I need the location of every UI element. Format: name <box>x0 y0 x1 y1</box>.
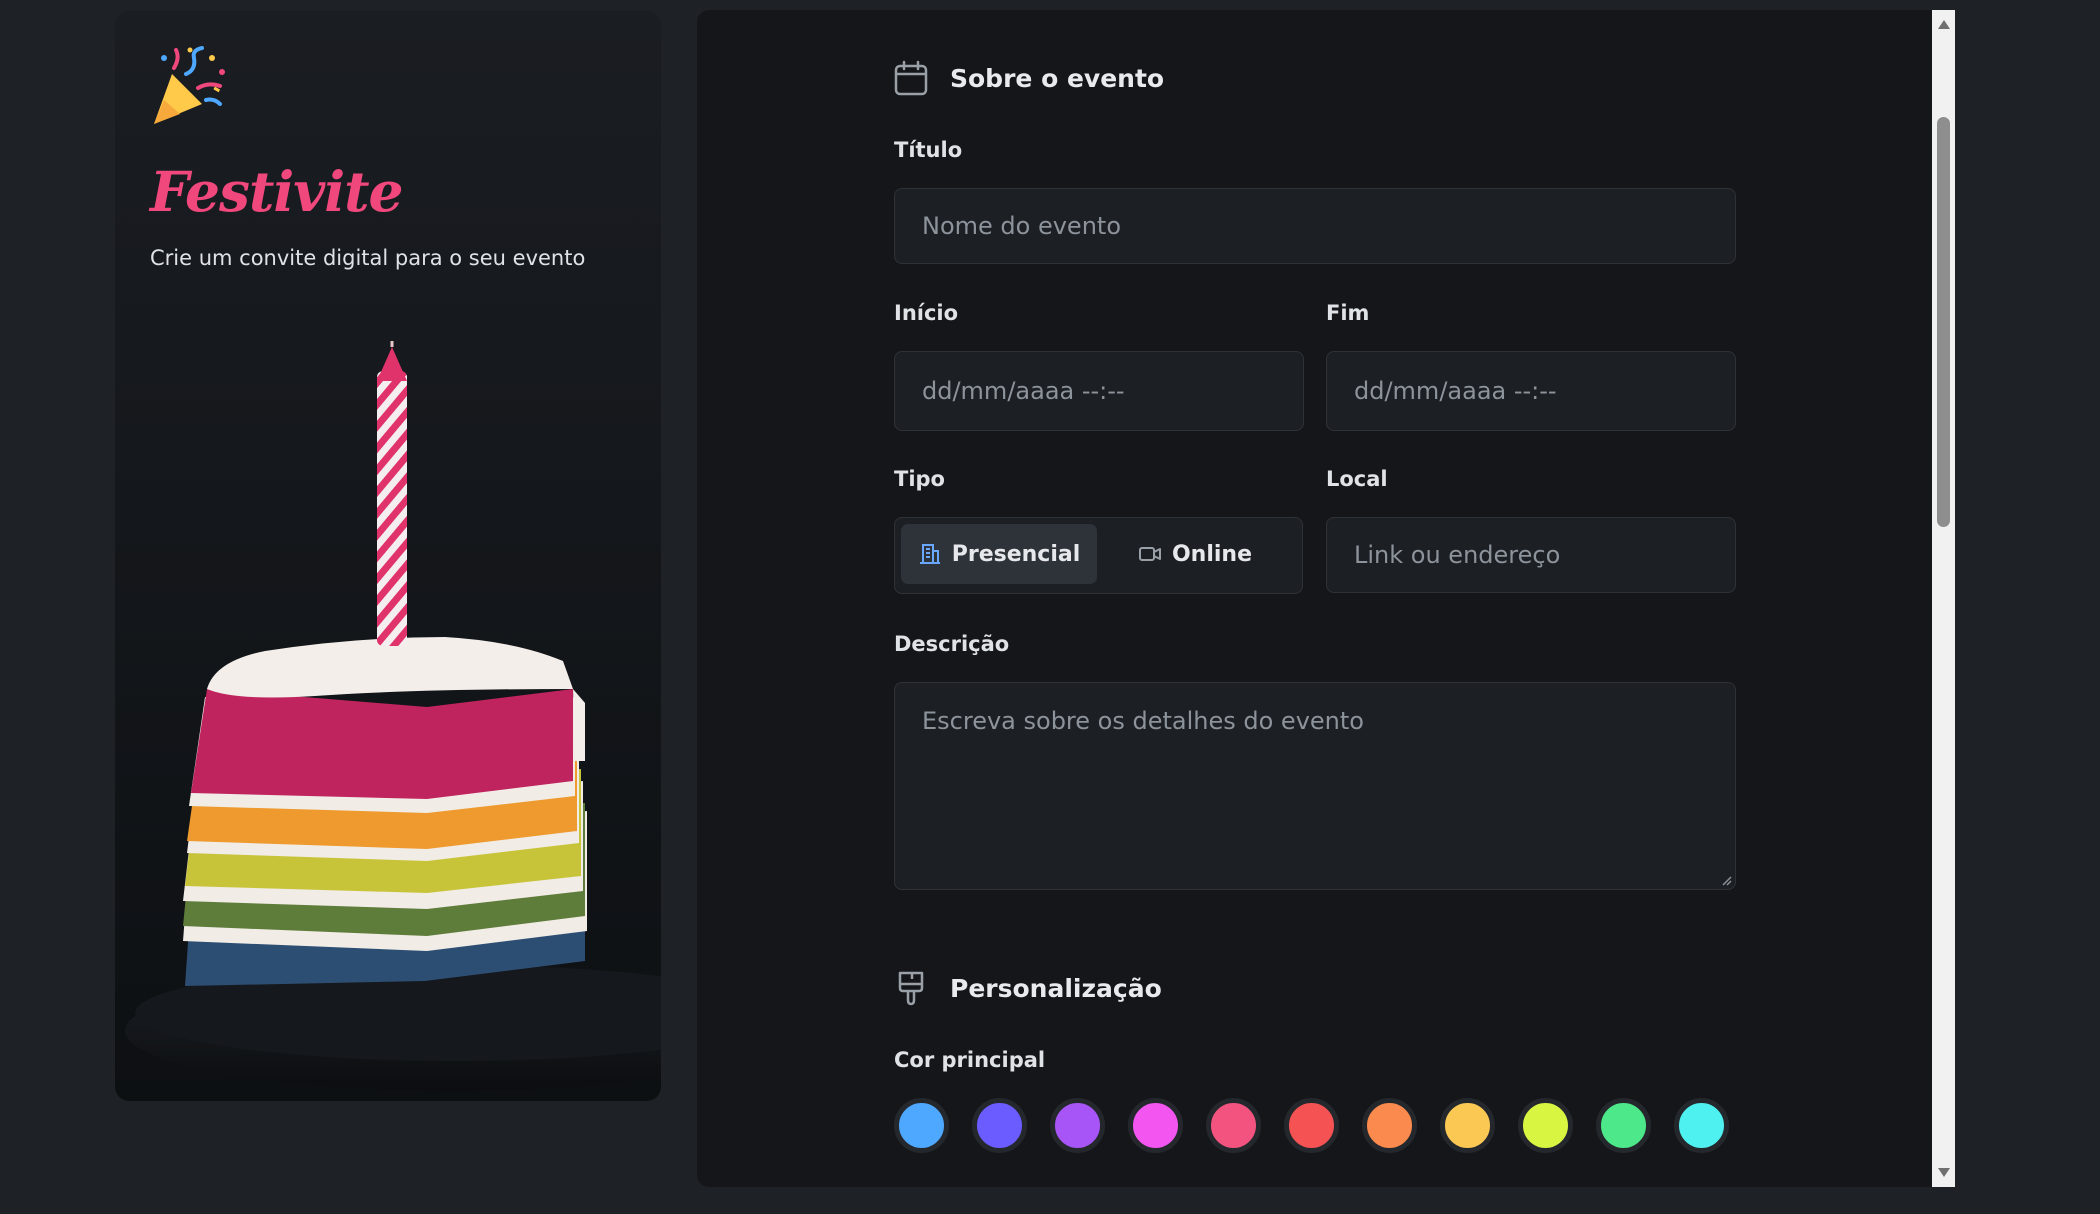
vertical-scrollbar[interactable] <box>1932 10 1955 1187</box>
type-option-online[interactable]: Online <box>1097 524 1293 584</box>
section-about-title: Sobre o evento <box>950 63 1165 93</box>
color-swatch[interactable] <box>1284 1098 1339 1153</box>
description-label: Descrição <box>894 632 1010 656</box>
scroll-up-arrow-icon[interactable] <box>1938 20 1950 29</box>
section-customization-header: Personalização <box>894 970 1162 1006</box>
description-wrapper <box>894 682 1736 890</box>
brand-name: Festivite <box>150 159 404 224</box>
type-label: Tipo <box>894 467 945 491</box>
description-textarea[interactable] <box>894 682 1736 890</box>
type-option-presencial[interactable]: Presencial <box>901 524 1097 584</box>
paintbrush-icon <box>898 971 924 1006</box>
start-datetime-input[interactable]: dd/mm/aaaa --:-- <box>894 351 1304 431</box>
end-datetime-placeholder: dd/mm/aaaa --:-- <box>1354 377 1557 405</box>
color-swatch[interactable] <box>1128 1098 1183 1153</box>
color-swatch[interactable] <box>1206 1098 1261 1153</box>
location-label: Local <box>1326 467 1388 491</box>
end-label: Fim <box>1326 301 1370 325</box>
section-about-header: Sobre o evento <box>894 60 1164 96</box>
color-swatch[interactable] <box>1518 1098 1573 1153</box>
location-input[interactable] <box>1326 517 1736 593</box>
color-swatch[interactable] <box>1362 1098 1417 1153</box>
type-option-online-label: Online <box>1171 541 1253 567</box>
type-option-presencial-label: Presencial <box>951 541 1081 567</box>
hero-card: Festivite Crie um convite digital para o… <box>115 11 661 1101</box>
resize-grip-icon[interactable] <box>1721 875 1732 886</box>
title-input[interactable] <box>894 188 1736 264</box>
building-icon <box>919 544 940 564</box>
section-customization-title: Personalização <box>950 973 1162 1003</box>
start-datetime-placeholder: dd/mm/aaaa --:-- <box>922 377 1125 405</box>
color-swatch[interactable] <box>972 1098 1027 1153</box>
brand-tagline: Crie um convite digital para o seu event… <box>150 246 586 270</box>
color-swatch[interactable] <box>1596 1098 1651 1153</box>
color-swatch[interactable] <box>1440 1098 1495 1153</box>
color-swatch[interactable] <box>1050 1098 1105 1153</box>
end-datetime-input[interactable]: dd/mm/aaaa --:-- <box>1326 351 1736 431</box>
scroll-thumb[interactable] <box>1937 117 1950 527</box>
start-label: Início <box>894 301 959 325</box>
title-label: Título <box>894 138 963 162</box>
event-type-toggle: Presencial Online <box>894 517 1303 594</box>
form-panel: Sobre o evento Título Início dd/mm/aaaa … <box>697 10 1932 1187</box>
color-swatch[interactable] <box>1674 1098 1729 1153</box>
scroll-down-arrow-icon[interactable] <box>1938 1168 1950 1177</box>
color-swatch[interactable] <box>894 1098 949 1153</box>
video-icon <box>1138 547 1161 561</box>
color-swatch-list <box>894 1098 1729 1153</box>
cake-illustration <box>125 341 661 1091</box>
calendar-icon <box>894 60 928 96</box>
party-popper-icon <box>154 46 225 124</box>
main-color-label: Cor principal <box>894 1048 1046 1072</box>
